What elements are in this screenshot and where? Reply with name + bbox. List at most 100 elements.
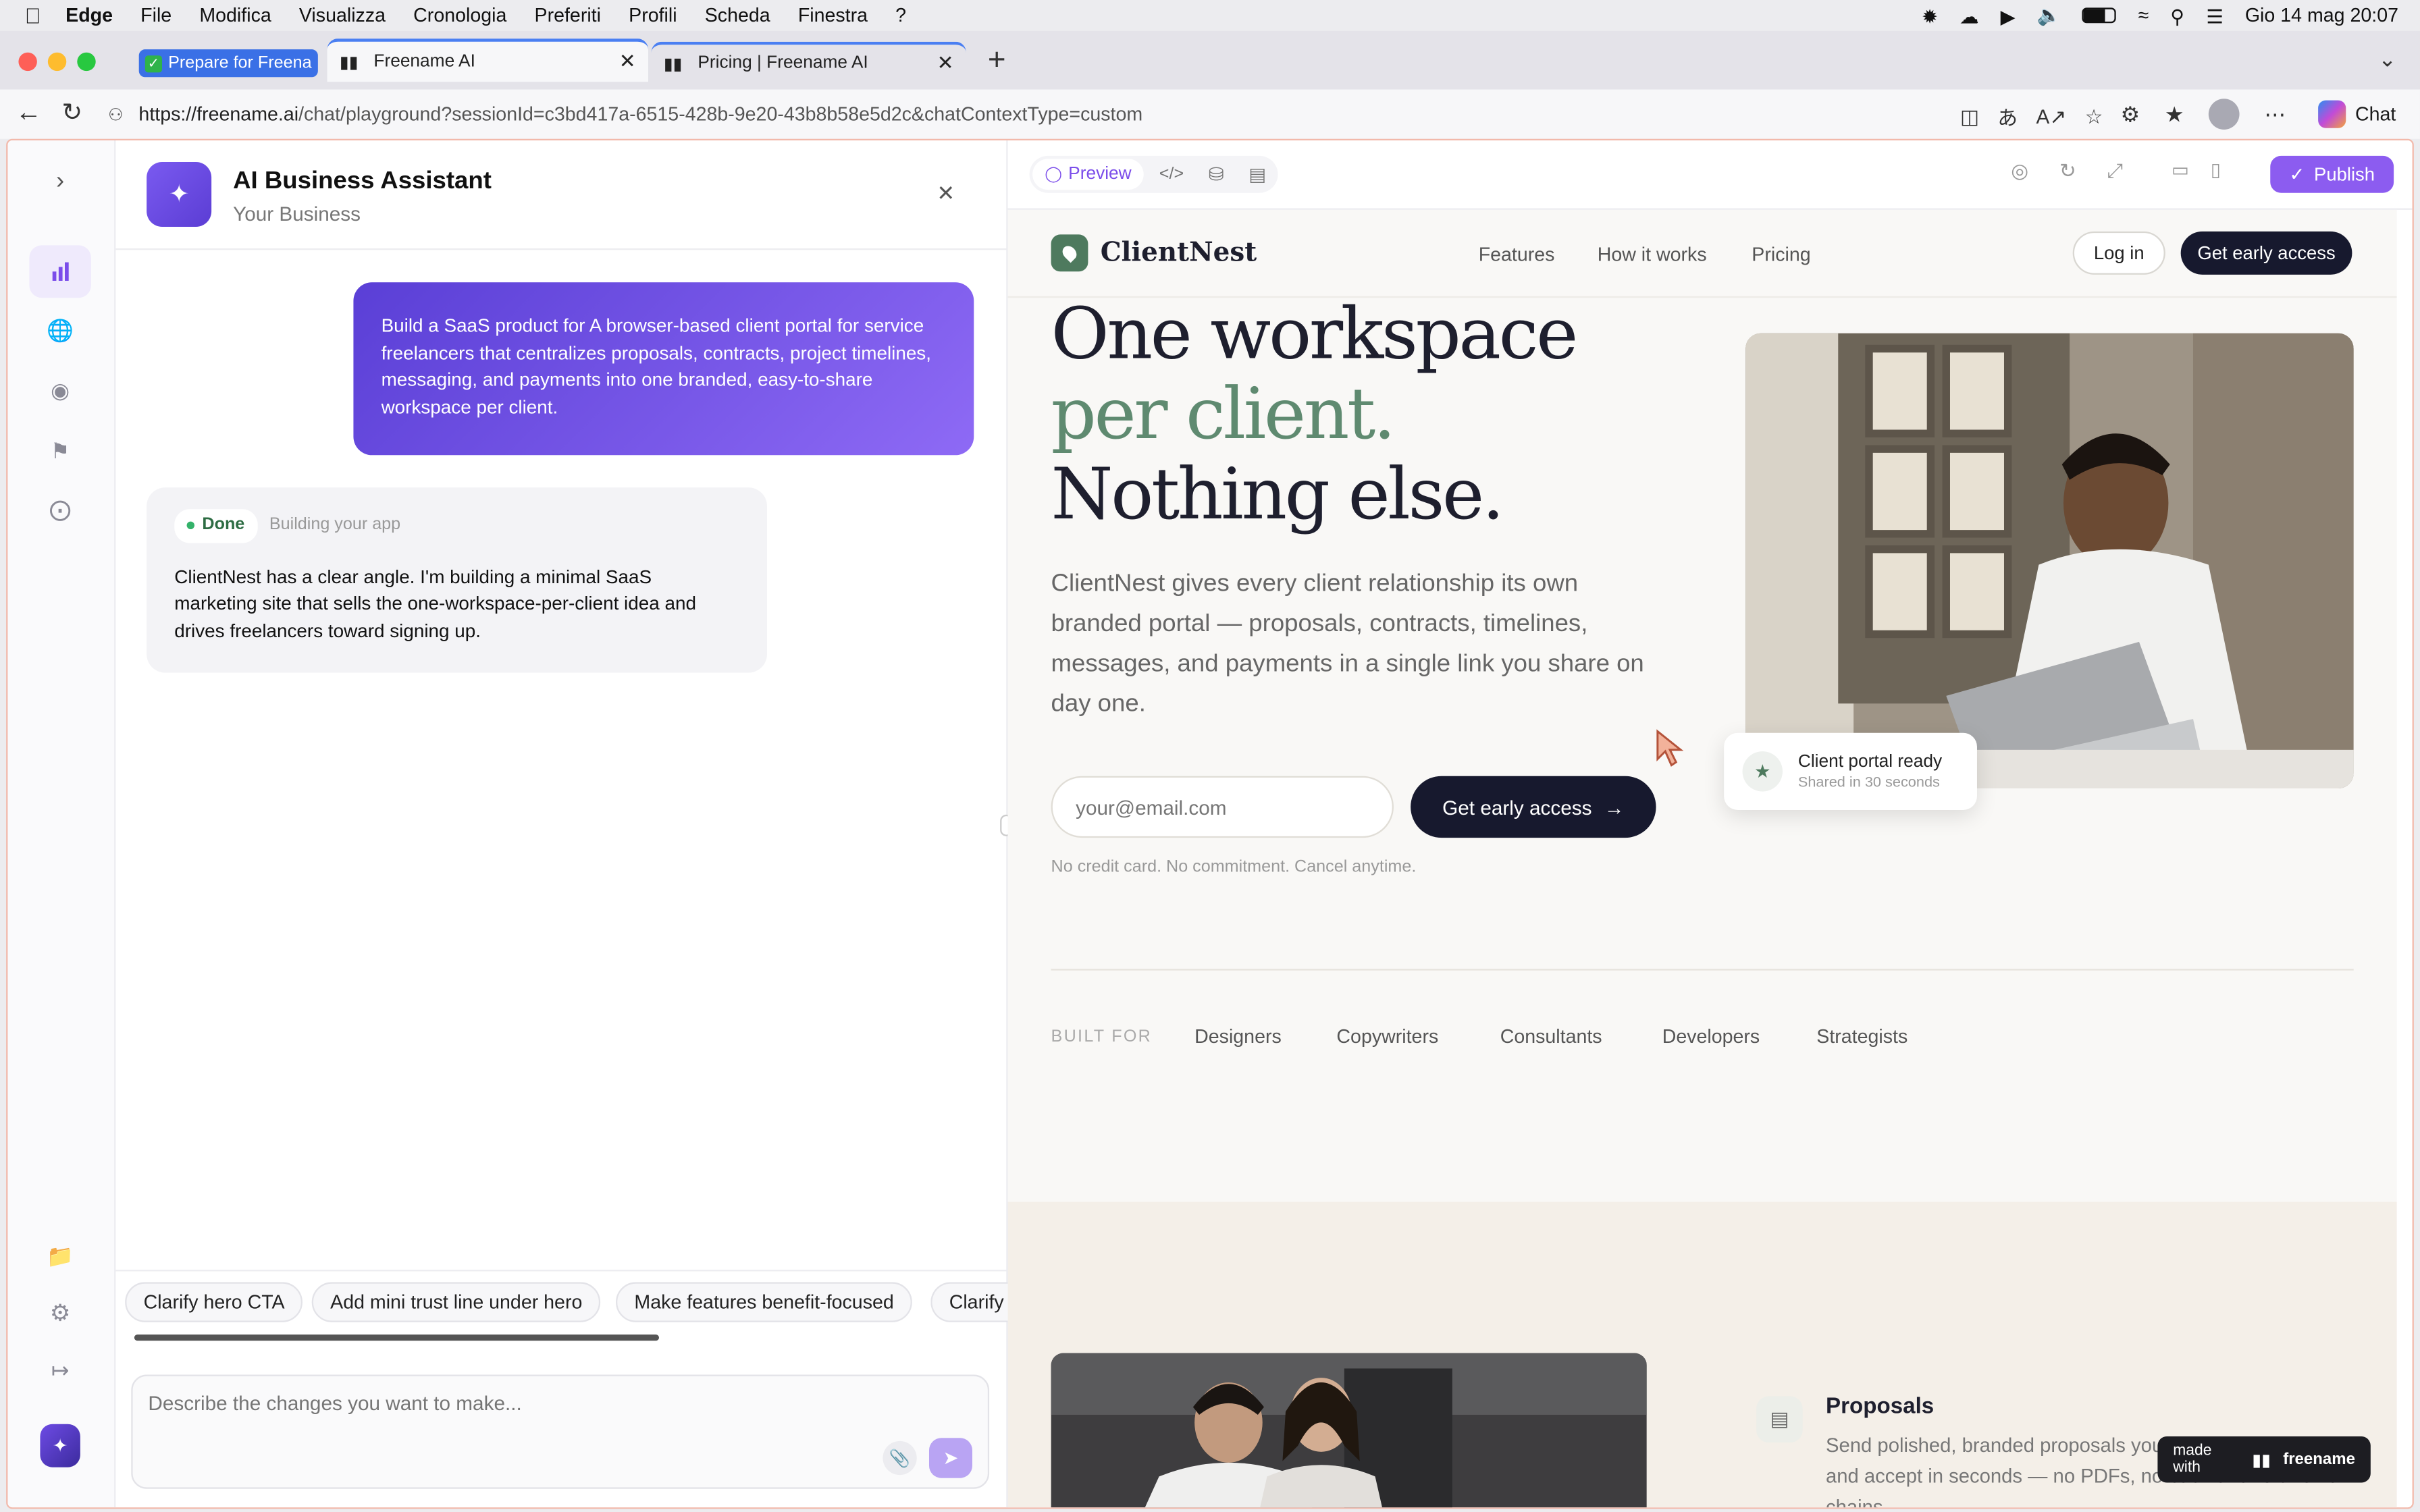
hero-description: ClientNest gives every client relationsh… (1051, 570, 1644, 718)
close-icon[interactable]: ✕ (937, 180, 955, 207)
wifi-icon[interactable]: ≈ (2138, 5, 2149, 26)
freename-badge-brand: freename (2283, 1450, 2355, 1469)
desktop-view-icon[interactable]: ▭ (2172, 159, 2189, 180)
menubar-clock[interactable]: Gio 14 mag 20:07 (2245, 5, 2398, 26)
translate-icon[interactable]: あ (1997, 102, 2018, 131)
site-logo[interactable]: ClientNest (1051, 234, 1257, 272)
menu-modifica[interactable]: Modifica (199, 5, 271, 26)
site-page: ClientNest Features How it works Pricing… (1007, 209, 2397, 1508)
message-input[interactable] (148, 1391, 874, 1438)
copilot-chat-button[interactable]: Chat (2318, 97, 2396, 131)
billing-card-icon[interactable]: ▤ (1240, 163, 1275, 185)
refresh-icon[interactable]: ↻ (2059, 159, 2076, 184)
menu-scheda[interactable]: Scheda (705, 5, 770, 26)
expand-chevron-icon[interactable]: › (29, 156, 90, 209)
profile-avatar-icon[interactable] (2209, 99, 2240, 130)
publish-button[interactable]: ✓ Publish (2270, 155, 2394, 193)
nav-how-it-works[interactable]: How it works (1598, 244, 1707, 265)
login-button[interactable]: Log in (2072, 231, 2165, 275)
suggestion-chip-trust-line[interactable]: Add mini trust line under hero (311, 1282, 601, 1322)
analytics-icon[interactable] (29, 245, 91, 298)
menu-help[interactable]: ? (895, 5, 906, 26)
check-icon: ✓ (2289, 163, 2305, 186)
minimize-window-button[interactable] (47, 52, 67, 72)
attach-paperclip-icon[interactable]: 📎 (883, 1440, 917, 1476)
battery-icon[interactable] (2082, 7, 2117, 24)
card-subtitle: Shared in 30 seconds (1797, 774, 1940, 791)
site-brand: ClientNest (1100, 237, 1257, 269)
apple-icon[interactable]:  (25, 3, 41, 28)
settings-gear-icon[interactable]: ⚙ (29, 1287, 90, 1339)
flag-icon[interactable]: ⚑ (29, 425, 90, 477)
send-button[interactable]: ➤ (928, 1438, 972, 1478)
preview-label: Preview (1068, 165, 1132, 184)
site-info-icon[interactable]: ⚇ (108, 104, 124, 124)
eye-icon[interactable]: ◉ (29, 364, 90, 416)
built-for-developers: Developers (1662, 1025, 1760, 1048)
message-input-box[interactable]: 📎 ➤ (131, 1374, 990, 1489)
hero-cta-button[interactable]: Get early access → (1411, 776, 1656, 838)
back-icon[interactable]: ← (16, 97, 42, 128)
dna-icon[interactable]: ⨀ (29, 483, 90, 535)
hero-fine-print: No credit card. No commitment. Cancel an… (1051, 857, 1417, 877)
assistant-sparkle-button[interactable]: ✦ (40, 1424, 80, 1467)
freename-app: › 🌐 ◉ ⚑ ⨀ 📁 ⚙ ↦ ✦ ✦ AI Business Assistan… (6, 138, 2414, 1509)
logout-icon[interactable]: ↦ (29, 1344, 90, 1397)
zoom-window-button[interactable] (77, 52, 96, 72)
nav-pricing[interactable]: Pricing (1752, 244, 1810, 265)
status-play-icon[interactable]: ▶ (2001, 4, 2016, 27)
preview-tab[interactable]: ◯ Preview (1032, 159, 1144, 190)
features-image (1051, 1353, 1647, 1508)
left-rail: › 🌐 ◉ ⚑ ⨀ 📁 ⚙ ↦ ✦ (7, 140, 116, 1508)
volume-icon[interactable]: 🔈 (2037, 4, 2061, 27)
spotlight-search-icon[interactable]: ⚲ (2170, 4, 2184, 27)
close-window-button[interactable] (18, 52, 37, 72)
menu-profili[interactable]: Profili (629, 5, 677, 26)
tab-freename-ai[interactable]: ▮▮ Freename AI ✕ (327, 38, 648, 82)
chat-label: Chat (2355, 103, 2396, 126)
menu-cronologia[interactable]: Cronologia (413, 5, 506, 26)
hero-line-1: One workspace (1051, 291, 1579, 375)
extensions-icon[interactable]: ⚙ (2121, 101, 2140, 128)
globe-icon[interactable]: 🌐 (29, 304, 90, 356)
assistant-avatar-icon: ✦ (147, 161, 212, 227)
menu-app-name[interactable]: Edge (65, 5, 113, 26)
new-tab-icon[interactable]: + (988, 43, 1006, 79)
status-cloud-icon[interactable]: ☁ (1959, 4, 1979, 27)
reload-icon[interactable]: ↻ (61, 97, 82, 128)
menu-file[interactable]: File (140, 5, 172, 26)
read-aloud-icon[interactable]: A↗ (2036, 104, 2067, 129)
status-text: Done (202, 515, 245, 534)
built-for-divider (1051, 969, 2354, 971)
menu-preferiti[interactable]: Preferiti (535, 5, 601, 26)
hero-line-2: per client. (1051, 371, 1396, 456)
fullscreen-icon[interactable]: ⤢ (2107, 159, 2124, 184)
menu-finestra[interactable]: Finestra (798, 5, 868, 26)
control-center-icon[interactable]: ☰ (2206, 4, 2224, 27)
close-tab-icon[interactable]: ✕ (937, 51, 954, 76)
suggestion-chip-features[interactable]: Make features benefit-focused (615, 1282, 913, 1322)
favorites-icon[interactable]: ★ (2165, 101, 2184, 128)
mobile-view-icon[interactable]: ▯ (2211, 159, 2221, 180)
tab-list-chevron-icon[interactable]: ⌄ (2378, 47, 2396, 73)
email-input[interactable] (1051, 776, 1394, 838)
status-sun-icon[interactable]: ✹ (1922, 4, 1938, 27)
favorite-star-icon[interactable]: ☆ (2085, 104, 2103, 129)
folder-icon[interactable]: 📁 (29, 1230, 90, 1282)
more-options-icon[interactable]: ⋯ (2264, 101, 2286, 128)
made-with-freename-badge[interactable]: made with ▮▮ freename (2157, 1436, 2371, 1483)
nav-cta-button[interactable]: Get early access (2180, 231, 2352, 275)
code-view-icon[interactable]: </> (1150, 165, 1193, 184)
suggestion-chip-clarify[interactable]: Clarify (930, 1282, 1008, 1322)
suggestion-chip-clarify-cta[interactable]: Clarify hero CTA (125, 1282, 304, 1322)
menu-visualizza[interactable]: Visualizza (299, 5, 386, 26)
database-icon[interactable]: ⛁ (1199, 163, 1233, 185)
suggestions-scrollbar[interactable] (134, 1334, 659, 1341)
tab-prepare[interactable]: ✓ Prepare for Freena (138, 49, 318, 78)
target-icon[interactable]: ◎ (2011, 159, 2028, 184)
assistant-subtitle: Your Business (233, 202, 361, 225)
app-available-icon[interactable]: ◫ (1960, 104, 1979, 129)
close-tab-icon[interactable]: ✕ (619, 49, 636, 74)
nav-features[interactable]: Features (1479, 244, 1555, 265)
tab-pricing[interactable]: ▮▮ Pricing | Freename AI ✕ (651, 41, 966, 82)
